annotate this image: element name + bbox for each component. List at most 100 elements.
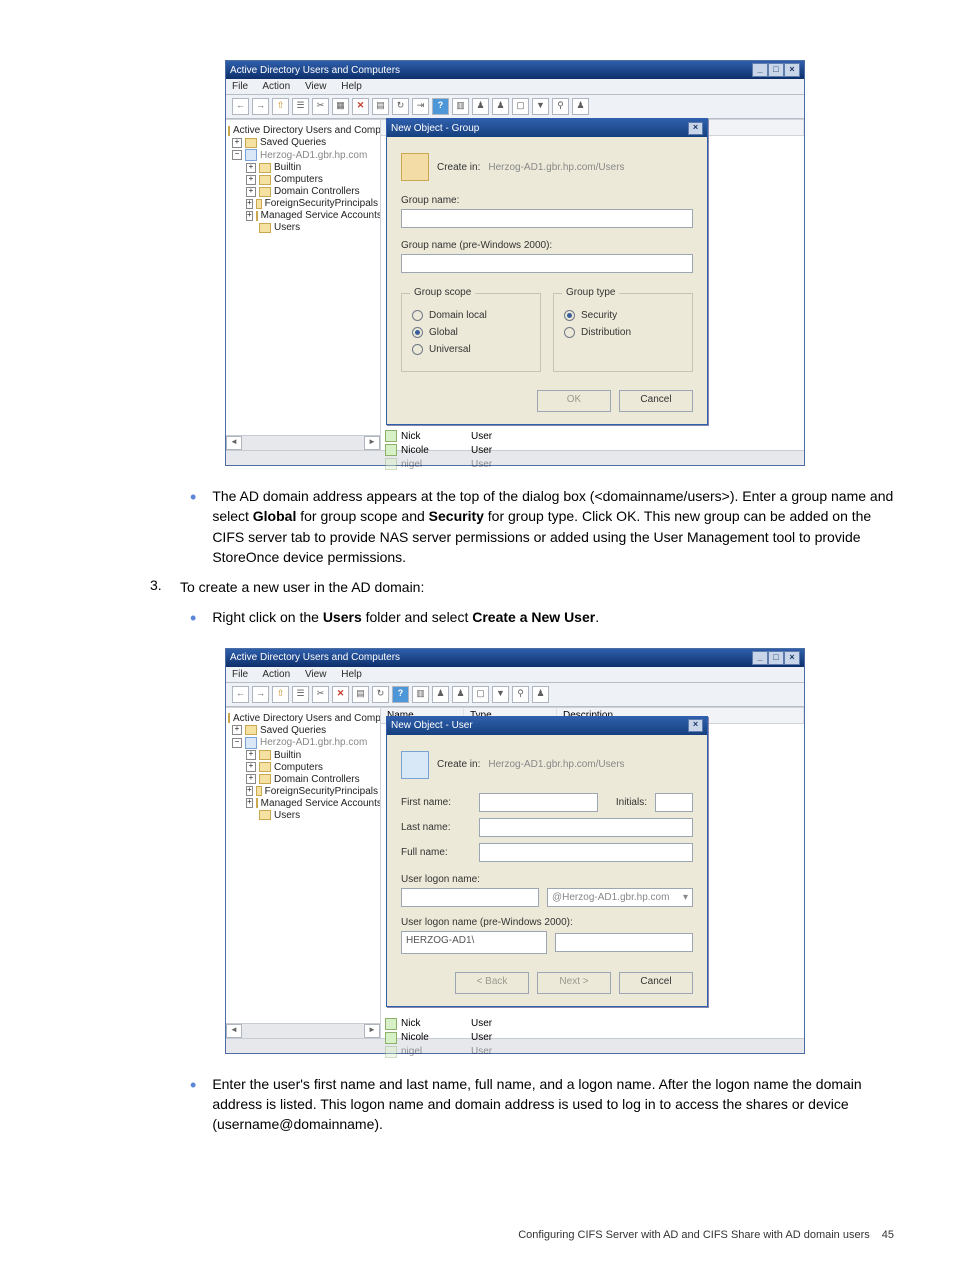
logon-name-label: User logon name: [401, 874, 693, 885]
tree-saved[interactable]: +Saved Queries [228, 137, 378, 148]
list-item[interactable]: NicoleUser [381, 443, 804, 457]
tree-saved[interactable]: +Saved Queries [228, 725, 378, 736]
menu-help[interactable]: Help [341, 669, 362, 680]
tree-users[interactable]: Users [228, 222, 378, 233]
group-name-pre-input[interactable] [401, 254, 693, 273]
logon-domain-select[interactable]: @Herzog-AD1.gbr.hp.com▾ [547, 888, 693, 907]
list-icon[interactable]: ☰ [292, 98, 309, 115]
chevron-down-icon: ▾ [683, 892, 688, 903]
props-icon[interactable]: ▤ [352, 686, 369, 703]
forward-icon[interactable]: → [252, 98, 269, 115]
cut-icon[interactable]: ✂ [312, 98, 329, 115]
scroll-left-icon[interactable]: ◄ [226, 436, 242, 450]
user-icon[interactable]: ♟ [432, 686, 449, 703]
last-name-input[interactable] [479, 818, 693, 837]
container-icon[interactable]: ▥ [412, 686, 429, 703]
container-icon[interactable]: ▥ [452, 98, 469, 115]
menu-action[interactable]: Action [262, 669, 290, 680]
tree-computers[interactable]: +Computers [228, 174, 378, 185]
scroll-left-icon[interactable]: ◄ [226, 1024, 242, 1038]
up-icon[interactable]: ⇧ [272, 686, 289, 703]
full-name-input[interactable] [479, 843, 693, 862]
tree-computers[interactable]: +Computers [228, 762, 378, 773]
menu-file[interactable]: File [232, 669, 248, 680]
maximize-button[interactable]: □ [768, 63, 784, 77]
tree-dc[interactable]: +Domain Controllers [228, 774, 378, 785]
help-icon[interactable]: ? [392, 686, 409, 703]
tree-msa[interactable]: +Managed Service Accounts [228, 798, 378, 809]
tree-fsp[interactable]: +ForeignSecurityPrincipals [228, 786, 378, 797]
delete-icon[interactable]: ✕ [352, 98, 369, 115]
menu-file[interactable]: File [232, 81, 248, 92]
scroll-right-icon[interactable]: ► [364, 436, 380, 450]
menu-action[interactable]: Action [262, 81, 290, 92]
tree-root[interactable]: Active Directory Users and Comput [228, 713, 378, 724]
minimize-button[interactable]: _ [752, 63, 768, 77]
extra-icon[interactable]: ♟ [532, 686, 549, 703]
tree-root[interactable]: Active Directory Users and Comput [228, 125, 378, 136]
tree-users[interactable]: Users [228, 810, 378, 821]
ou-icon[interactable]: ▢ [472, 686, 489, 703]
list-item[interactable]: NickUser [381, 1017, 804, 1031]
filter-icon[interactable]: ▼ [532, 98, 549, 115]
type-distribution[interactable]: Distribution [564, 327, 682, 338]
tree-dc[interactable]: +Domain Controllers [228, 186, 378, 197]
copy-icon[interactable]: ▦ [332, 98, 349, 115]
group-name-input[interactable] [401, 209, 693, 228]
delete-icon[interactable]: ✕ [332, 686, 349, 703]
back-icon[interactable]: ← [232, 686, 249, 703]
group-icon[interactable]: ♟ [492, 98, 509, 115]
find-icon[interactable]: ⚲ [512, 686, 529, 703]
type-security[interactable]: Security [564, 310, 682, 321]
dialog-close-icon[interactable]: × [688, 122, 703, 135]
back-button[interactable]: < Back [455, 972, 529, 994]
close-button[interactable]: × [784, 63, 800, 77]
tree-domain[interactable]: −Herzog-AD1.gbr.hp.com [228, 149, 378, 161]
toolbar: ← → ⇧ ☰ ✂ ▦ ✕ ▤ ↻ ⇥ ? ▥ ♟ ♟ ▢ ▼ ⚲ ♟ [226, 95, 804, 119]
menu-help[interactable]: Help [341, 81, 362, 92]
tree-fsp[interactable]: +ForeignSecurityPrincipals [228, 198, 378, 209]
maximize-button[interactable]: □ [768, 651, 784, 665]
forward-icon[interactable]: → [252, 686, 269, 703]
cancel-button[interactable]: Cancel [619, 390, 693, 412]
scroll-right-icon[interactable]: ► [364, 1024, 380, 1038]
tree-domain[interactable]: −Herzog-AD1.gbr.hp.com [228, 737, 378, 749]
help-icon[interactable]: ? [432, 98, 449, 115]
cancel-button[interactable]: Cancel [619, 972, 693, 994]
extra-icon[interactable]: ♟ [572, 98, 589, 115]
list-icon[interactable]: ☰ [292, 686, 309, 703]
cut-icon[interactable]: ✂ [312, 686, 329, 703]
tree-builtin[interactable]: +Builtin [228, 750, 378, 761]
minimize-button[interactable]: _ [752, 651, 768, 665]
close-button[interactable]: × [784, 651, 800, 665]
scope-global[interactable]: Global [412, 327, 530, 338]
refresh-icon[interactable]: ↻ [392, 98, 409, 115]
menu-view[interactable]: View [305, 81, 327, 92]
export-icon[interactable]: ⇥ [412, 98, 429, 115]
refresh-icon[interactable]: ↻ [372, 686, 389, 703]
next-button[interactable]: Next > [537, 972, 611, 994]
first-name-input[interactable] [479, 793, 598, 812]
up-icon[interactable]: ⇧ [272, 98, 289, 115]
list-item[interactable]: nigelUser [381, 1045, 804, 1059]
menu-view[interactable]: View [305, 669, 327, 680]
list-item[interactable]: NicoleUser [381, 1031, 804, 1045]
initials-input[interactable] [655, 793, 693, 812]
tree-builtin[interactable]: +Builtin [228, 162, 378, 173]
dialog-close-icon[interactable]: × [688, 719, 703, 732]
scope-universal[interactable]: Universal [412, 344, 530, 355]
logon-name-input[interactable] [401, 888, 539, 907]
tree-msa[interactable]: +Managed Service Accounts [228, 210, 378, 221]
find-icon[interactable]: ⚲ [552, 98, 569, 115]
ou-icon[interactable]: ▢ [512, 98, 529, 115]
props-icon[interactable]: ▤ [372, 98, 389, 115]
user-icon[interactable]: ♟ [472, 98, 489, 115]
scope-domain-local[interactable]: Domain local [412, 310, 530, 321]
list-item[interactable]: nigelUser [381, 457, 804, 471]
logon-pre-input[interactable] [555, 933, 693, 952]
ok-button[interactable]: OK [537, 390, 611, 412]
list-item[interactable]: NickUser [381, 429, 804, 443]
filter-icon[interactable]: ▼ [492, 686, 509, 703]
group-icon[interactable]: ♟ [452, 686, 469, 703]
back-icon[interactable]: ← [232, 98, 249, 115]
